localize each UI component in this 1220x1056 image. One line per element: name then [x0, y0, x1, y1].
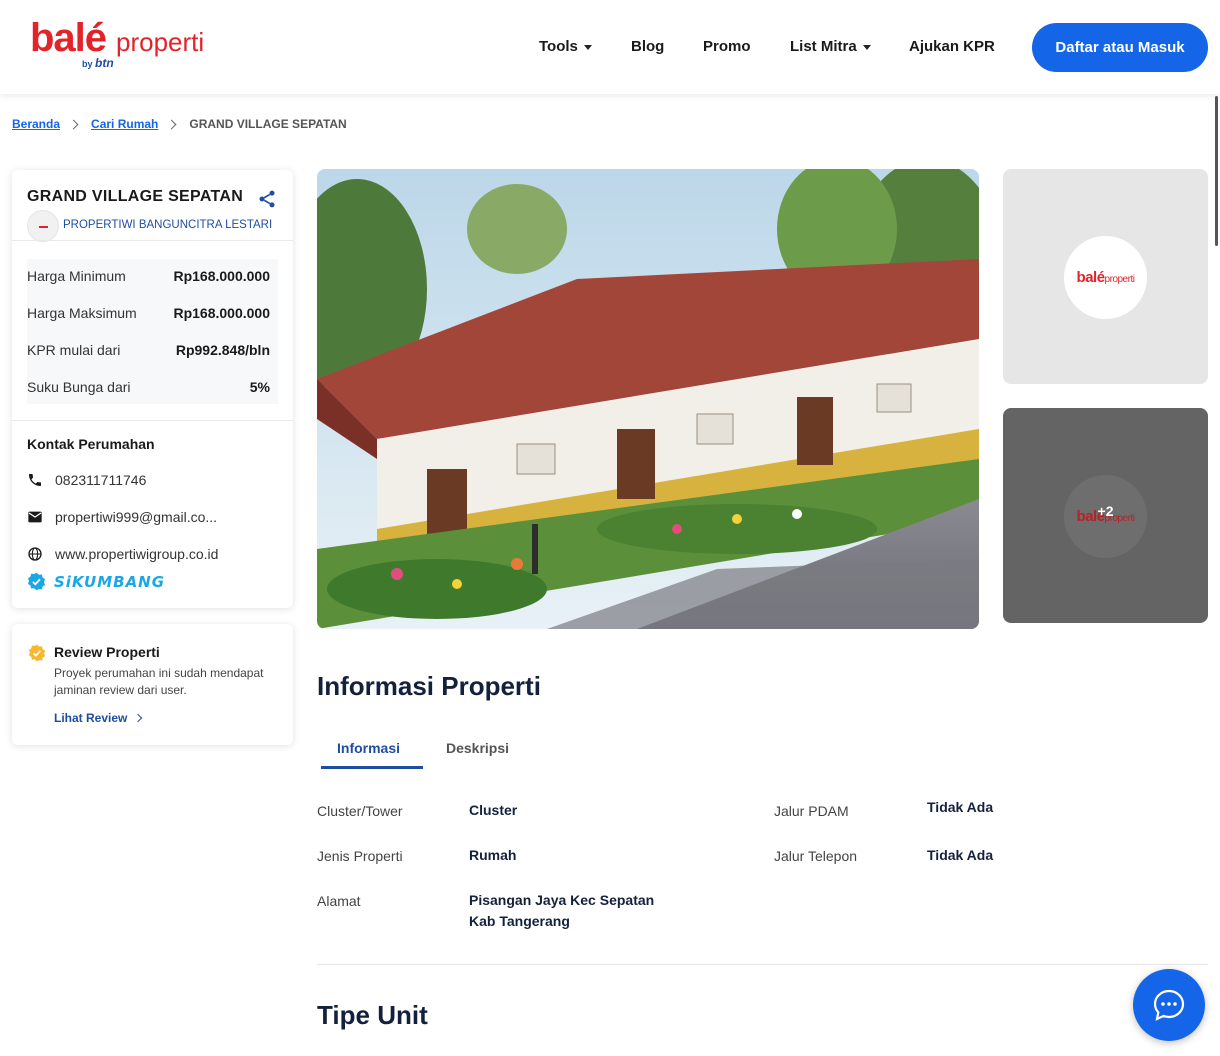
page-scrollbar[interactable] [1215, 96, 1218, 246]
verified-icon [27, 572, 46, 591]
chevron-right-icon [68, 119, 79, 129]
divider [12, 420, 293, 421]
logo-brand: balé [30, 16, 107, 60]
section-title-unit-type: Tipe Unit [317, 1000, 428, 1030]
info-value: Tidak Ada [927, 847, 994, 863]
logo-product: properti [116, 27, 205, 57]
nav-ajukan-kpr[interactable]: Ajukan KPR [909, 38, 995, 55]
nav-tools[interactable]: Tools [539, 38, 592, 55]
chat-bubble-icon [1153, 989, 1185, 1021]
chat-button[interactable] [1133, 969, 1205, 1041]
info-value: Rumah [469, 847, 517, 863]
address-value: Pisangan Jaya Kec Sepatan Kab Tangerang [469, 892, 655, 929]
info-value: Cluster [469, 802, 518, 818]
developer-logo [27, 210, 59, 242]
nav-blog[interactable]: Blog [631, 38, 664, 55]
property-summary-card: GRAND VILLAGE SEPATAN PROPERTIWI BANGUNC… [12, 170, 293, 608]
review-card: Review Properti Proyek perumahan ini sud… [12, 624, 293, 745]
more-photos-count: +2 [1097, 503, 1114, 519]
price-row-min: Harga Minimum Rp168.000.000 [27, 268, 270, 284]
placeholder-logo: baléproperti [1064, 236, 1147, 319]
contact-title: Kontak Perumahan [27, 436, 155, 452]
chevron-right-icon [166, 119, 177, 129]
tab-informasi[interactable]: Informasi [337, 740, 400, 756]
phone-icon [29, 474, 41, 486]
nav-list-mitra[interactable]: List Mitra [790, 38, 871, 55]
info-label: Jalur Telepon [774, 848, 858, 864]
logo-by: by btn [82, 56, 114, 70]
info-label: Jenis Properti [317, 848, 403, 864]
tab-deskripsi[interactable]: Deskripsi [446, 740, 509, 756]
review-title: Review Properti [54, 644, 160, 660]
price-row-interest: Suku Bunga dari 5% [27, 379, 270, 395]
active-tab-indicator [321, 766, 423, 769]
gallery-thumbnail-more[interactable]: baléproperti +2 [1003, 408, 1208, 623]
see-review-link[interactable]: Lihat Review [54, 711, 143, 725]
contact-website[interactable]: www.propertiwigroup.co.id [27, 546, 218, 562]
breadcrumb-current: GRAND VILLAGE SEPATAN [189, 117, 347, 131]
price-row-max: Harga Maksimum Rp168.000.000 [27, 305, 270, 321]
chevron-right-icon [134, 713, 143, 723]
house-photo [317, 169, 979, 629]
gallery-thumbnail-1[interactable]: baléproperti [1003, 169, 1208, 384]
section-title-info: Informasi Properti [317, 671, 541, 701]
breadcrumb-search[interactable]: Cari Rumah [91, 117, 158, 131]
caret-down-icon [862, 44, 871, 50]
sikumbang-badge: SiKUMBANG [27, 572, 165, 591]
price-row-kpr: KPR mulai dari Rp992.848/bln [27, 342, 270, 358]
breadcrumb: Beranda Cari Rumah GRAND VILLAGE SEPATAN [12, 117, 347, 131]
globe-icon [28, 547, 42, 561]
nav-promo[interactable]: Promo [703, 38, 751, 55]
property-title: GRAND VILLAGE SEPATAN [27, 188, 244, 205]
badge-star-icon [28, 644, 46, 662]
info-label: Alamat [317, 893, 361, 909]
main-property-photo[interactable] [317, 169, 979, 629]
login-register-button[interactable]: Daftar atau Masuk [1032, 23, 1208, 72]
info-value: Tidak Ada [927, 799, 994, 815]
section-divider [317, 964, 1208, 965]
bale-properti-logo[interactable]: balé properti by btn [30, 18, 205, 70]
share-icon[interactable] [257, 189, 277, 209]
contact-phone[interactable]: 082311711746 [27, 472, 146, 488]
divider [12, 240, 293, 241]
sikumbang-logo: SiKUMBANG [54, 572, 166, 591]
contact-email[interactable]: propertiwi999@gmail.co... [27, 509, 217, 525]
info-label: Cluster/Tower [317, 803, 403, 819]
developer-name[interactable]: PROPERTIWI BANGUNCITRA LESTARI [63, 219, 272, 231]
caret-down-icon [583, 44, 592, 50]
breadcrumb-home[interactable]: Beranda [12, 117, 60, 131]
info-label: Jalur PDAM [774, 803, 849, 819]
review-description: Proyek perumahan ini sudah mendapat jami… [54, 666, 264, 697]
email-icon [28, 511, 42, 523]
top-header: balé properti by btn Tools Blog Promo Li… [0, 0, 1220, 94]
